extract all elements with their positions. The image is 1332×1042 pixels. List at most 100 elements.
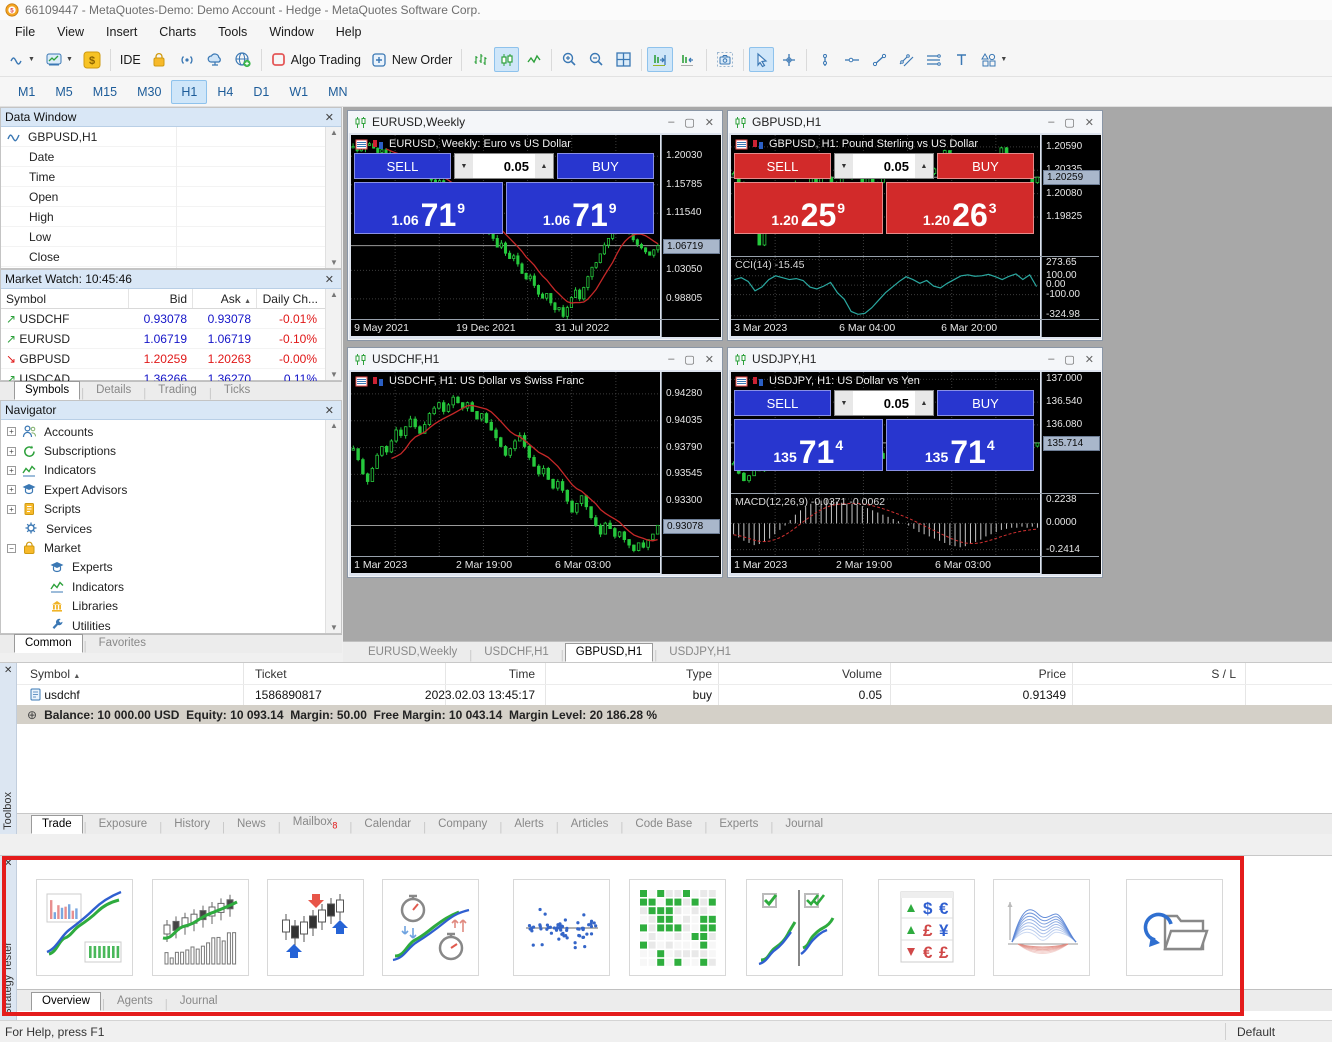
tester-thumbnail-currency-pairs-table[interactable]: $€£¥€£	[878, 879, 975, 976]
maximize-button[interactable]: ▢	[1064, 353, 1074, 366]
scroll-down-icon[interactable]: ▼	[330, 623, 338, 632]
algo-trading-button[interactable]: Algo Trading	[267, 47, 365, 72]
tf-mn[interactable]: MN	[318, 80, 357, 104]
close-icon[interactable]: ✕	[322, 111, 337, 124]
tab-ticks[interactable]: Ticks	[213, 381, 261, 400]
account-balance-row[interactable]: ⊕Balance: 10 000.00 USD Equity: 10 093.1…	[17, 705, 1332, 724]
tab-symbols[interactable]: Symbols	[14, 381, 80, 400]
data-window-scrollbar[interactable]: ▲▼	[325, 127, 341, 268]
menu-charts[interactable]: Charts	[148, 22, 207, 42]
toolbox-tab-news[interactable]: News	[226, 815, 277, 834]
tf-m30[interactable]: M30	[127, 80, 171, 104]
tester-tab-journal[interactable]: Journal	[169, 992, 229, 1011]
close-icon[interactable]: ✕	[4, 858, 12, 869]
tab-trading[interactable]: Trading	[147, 381, 208, 400]
zoom-in-button[interactable]	[557, 47, 582, 72]
chart-tab-eurusd-weekly[interactable]: EURUSD,Weekly	[357, 643, 468, 662]
toolbox-tab-company[interactable]: Company	[427, 815, 498, 834]
close-button[interactable]: ✕	[705, 116, 714, 129]
volume-stepper[interactable]: ▼0.05▲	[454, 153, 554, 179]
buy-price[interactable]: 1.20263	[886, 182, 1035, 234]
toolbox-tab-journal[interactable]: Journal	[774, 815, 834, 834]
navigator-item-services[interactable]: Services	[1, 519, 341, 538]
zoom-out-button[interactable]	[584, 47, 609, 72]
shift-end-button[interactable]	[647, 47, 673, 72]
tile-windows-button[interactable]	[611, 47, 636, 72]
menu-help[interactable]: Help	[325, 22, 373, 42]
shapes-button[interactable]: ▼	[976, 47, 1011, 72]
cloud-button[interactable]	[202, 47, 228, 72]
navigator-item-scripts[interactable]: +Scripts	[1, 500, 341, 519]
toolbox-tab-alerts[interactable]: Alerts	[503, 815, 554, 834]
tester-thumbnail-candles-volume-chart[interactable]	[152, 879, 249, 976]
minimize-button[interactable]: –	[1048, 116, 1054, 129]
navigator-item-utilities[interactable]: Utilities	[1, 616, 341, 635]
column-sl[interactable]: S / L	[1070, 667, 1236, 681]
toolbox-tab-articles[interactable]: Articles	[560, 815, 620, 834]
tf-m1[interactable]: M1	[8, 80, 45, 104]
scroll-up-icon[interactable]: ▲	[330, 290, 338, 299]
menu-insert[interactable]: Insert	[95, 22, 148, 42]
scroll-up-icon[interactable]: ▲	[330, 128, 338, 137]
tf-m15[interactable]: M15	[83, 80, 127, 104]
chart-type-button[interactable]: ▼	[5, 47, 39, 72]
volume-down-icon[interactable]: ▼	[835, 154, 853, 178]
scroll-down-icon[interactable]: ▼	[330, 258, 338, 267]
toolbox-tab-exposure[interactable]: Exposure	[88, 815, 159, 834]
tester-thumbnail-stopwatch-speed-test[interactable]	[382, 879, 479, 976]
screenshot-button[interactable]	[712, 47, 738, 72]
volume-value[interactable]: 0.05	[853, 391, 915, 415]
ide-button[interactable]: IDE	[116, 47, 145, 72]
tab-details[interactable]: Details	[85, 381, 142, 400]
toolbox-tab-code-base[interactable]: Code Base	[624, 815, 703, 834]
maximize-button[interactable]: ▢	[684, 116, 694, 129]
tester-thumbnail-candles-signal-arrows[interactable]	[267, 879, 364, 976]
volume-value[interactable]: 0.05	[473, 154, 535, 178]
column-time[interactable]: Time	[340, 667, 535, 681]
expand-icon[interactable]: +	[7, 485, 16, 494]
volume-value[interactable]: 0.05	[853, 154, 915, 178]
tester-thumbnail-scatter-distribution[interactable]	[513, 879, 610, 976]
scroll-up-icon[interactable]: ▲	[330, 421, 338, 430]
close-icon[interactable]: ✕	[4, 665, 12, 676]
expand-icon[interactable]: +	[7, 466, 16, 475]
navigator-scrollbar[interactable]: ▲▼	[325, 420, 341, 633]
volume-up-icon[interactable]: ▲	[915, 154, 933, 178]
trade-position-row[interactable]: usdchf 1586890817 2023.02.03 13:45:17 bu…	[17, 684, 1332, 705]
navigator-item-experts[interactable]: Experts	[1, 558, 341, 577]
market-button[interactable]	[147, 47, 172, 72]
data-window-header[interactable]: Data Window ✕	[1, 108, 341, 127]
volume-up-icon[interactable]: ▲	[915, 391, 933, 415]
menu-tools[interactable]: Tools	[207, 22, 258, 42]
chart-window-usdjpy-h1[interactable]: USDJPY,H1–▢✕USDJPY, H1: US Dollar vs Yen…	[727, 347, 1103, 578]
tf-m5[interactable]: M5	[45, 80, 82, 104]
column-symbol[interactable]: Symbol ▲	[30, 667, 80, 681]
toolbox-tab-experts[interactable]: Experts	[708, 815, 769, 834]
navigator-item-libraries[interactable]: Libraries	[1, 597, 341, 616]
minimize-button[interactable]: –	[1048, 353, 1054, 366]
column-type[interactable]: Type	[560, 667, 712, 681]
tf-d1[interactable]: D1	[243, 80, 279, 104]
bars-chart-button[interactable]	[467, 47, 492, 72]
menu-file[interactable]: File	[4, 22, 46, 42]
navigator-item-market[interactable]: −Market	[1, 538, 341, 557]
expand-icon[interactable]: +	[7, 505, 16, 514]
close-button[interactable]: ✕	[705, 353, 714, 366]
text-button[interactable]	[949, 47, 974, 72]
toolbox-tab-mailbox[interactable]: Mailbox8	[282, 813, 349, 834]
dollar-button[interactable]: $	[79, 47, 105, 72]
column-daily-change[interactable]: Daily Ch...	[257, 289, 323, 308]
price-axis[interactable]: 1.200301.157851.115401.030500.988051.067…	[661, 135, 721, 337]
buy-price[interactable]: 135714	[886, 419, 1035, 471]
buy-price[interactable]: 1.06719	[506, 182, 655, 234]
line-chart-button[interactable]	[521, 47, 546, 72]
tab-common[interactable]: Common	[14, 634, 83, 653]
volume-stepper[interactable]: ▼0.05▲	[834, 153, 934, 179]
tester-thumbnail-open-folder-restore[interactable]	[1126, 879, 1223, 976]
sell-price[interactable]: 1.06719	[354, 182, 503, 234]
crosshair-button[interactable]	[776, 47, 801, 72]
volume-stepper[interactable]: ▼0.05▲	[834, 390, 934, 416]
sell-button[interactable]: SELL	[354, 153, 451, 179]
chart-window-titlebar[interactable]: USDCHF,H1–▢✕	[348, 348, 722, 370]
column-ticket[interactable]: Ticket	[255, 667, 287, 681]
